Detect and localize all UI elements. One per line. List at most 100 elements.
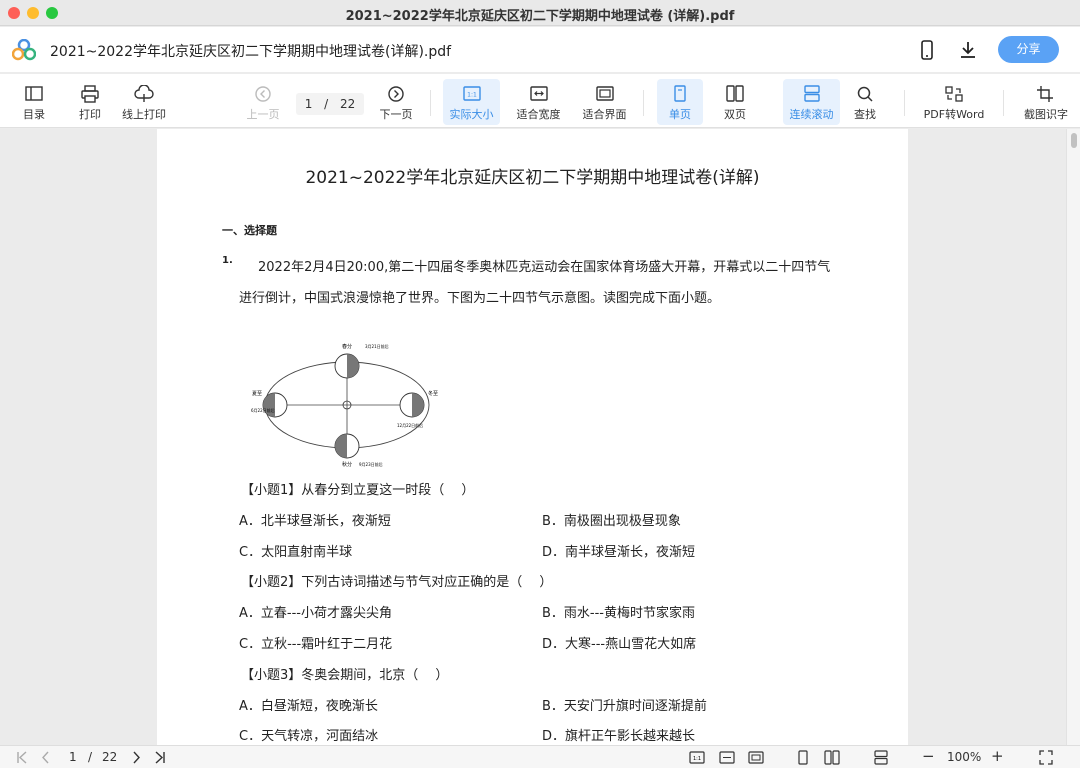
sub2-option-c: C．立秋---霜叶红于二月花: [239, 637, 393, 652]
find-button[interactable]: 查找: [845, 79, 885, 125]
pdf-page: 2021~2022学年北京延庆区初二下学期期中地理试卷(详解) 一、选择题 1.…: [157, 129, 908, 745]
sub3-option-c: C．天气转凉，河面结冰: [239, 729, 379, 744]
page-current: 1: [304, 97, 313, 111]
next-page-label: 下一页: [379, 108, 413, 121]
double-page-icon: [726, 85, 744, 102]
scrollbar-thumb[interactable]: [1071, 133, 1077, 148]
sub2-option-a: A．立春---小荷才露尖尖角: [239, 606, 392, 621]
single-page-button[interactable]: 单页: [657, 79, 703, 125]
dongzhi-label: 冬至: [428, 390, 438, 397]
next-page-button[interactable]: 下一页: [376, 79, 416, 125]
sub1-option-b: B．南极圈出现极昼现象: [542, 514, 681, 529]
chevron-left-circle-icon: [255, 86, 271, 102]
qiufen-label: 秋分: [342, 461, 352, 468]
chevron-right-circle-icon: [388, 86, 404, 102]
chunfen-label: 春分: [342, 343, 352, 350]
actual-size-label: 实际大小: [449, 108, 494, 121]
fit-width-button[interactable]: 适合宽度: [510, 79, 567, 125]
status-page-total: 22: [102, 750, 118, 764]
ocr-label: 截图识字: [1024, 108, 1068, 121]
xiazhi-date: 6月22日前后: [251, 407, 275, 413]
double-page-label: 双页: [724, 108, 746, 121]
app-logo-icon: [12, 39, 36, 61]
document-viewer[interactable]: 2021~2022学年北京延庆区初二下学期期中地理试卷(详解) 一、选择题 1.…: [0, 129, 1080, 745]
next-page-icon[interactable]: [130, 750, 142, 765]
sub3-option-b: B．天安门升旗时间逐渐提前: [542, 699, 707, 714]
toolbar-divider: [643, 90, 644, 116]
chunfen-date: 3月21日前后: [365, 343, 389, 349]
qiufen-date: 9月23日前后: [359, 461, 383, 467]
prev-page-label: 上一页: [246, 108, 280, 121]
continuous-scroll-button[interactable]: 连续滚动: [783, 79, 840, 125]
zoom-in-button[interactable]: +: [991, 747, 1004, 765]
double-page-icon[interactable]: [824, 750, 840, 765]
exam-title: 2021~2022学年北京延庆区初二下学期期中地理试卷(详解): [305, 168, 760, 188]
fit-width-label: 适合宽度: [516, 108, 561, 121]
fit-page-icon[interactable]: [748, 750, 764, 765]
zoom-level[interactable]: 100%: [947, 750, 981, 764]
toolbar-divider: [430, 90, 431, 116]
window-title: 2021~2022学年北京延庆区初二下学期期中地理试卷 (详解).pdf: [345, 9, 735, 24]
download-icon[interactable]: [957, 39, 979, 61]
search-icon: [857, 86, 873, 102]
sub-question-1: 【小题1】从春分到立夏这一时段（ ）: [241, 483, 475, 498]
fit-width-icon[interactable]: [719, 750, 735, 765]
solar-terms-diagram: 春分 3月21日前后 夏至 6月22日前后 秋分 9月23日前后 冬至 12月2…: [251, 343, 438, 468]
sub1-option-a: A．北半球昼渐长，夜渐短: [239, 514, 391, 529]
last-page-icon[interactable]: [152, 750, 166, 765]
main-toolbar: 目录 打印 线上打印 上一页 1 / 22 下一页 1:1 实际大小 适合宽度 …: [0, 74, 1080, 128]
first-page-icon[interactable]: [16, 750, 30, 765]
sub-question-3: 【小题3】冬奥会期间，北京（ ）: [241, 668, 449, 683]
ocr-button[interactable]: 截图识字: [1016, 79, 1076, 125]
print-button[interactable]: 打印: [70, 79, 110, 125]
print-label: 打印: [79, 108, 101, 121]
fit-page-icon: [595, 86, 614, 101]
actual-size-icon: 1:1: [462, 86, 481, 101]
online-print-button[interactable]: 线上打印: [117, 79, 171, 125]
fit-page-button[interactable]: 适合界面: [577, 79, 632, 125]
app-header: 2021~2022学年北京延庆区初二下学期期中地理试卷(详解).pdf 分享: [0, 27, 1080, 73]
sub3-option-a: A．白昼渐短，夜晚渐长: [239, 699, 378, 714]
sub1-option-d: D．南半球昼渐长，夜渐短: [542, 545, 696, 560]
phone-icon[interactable]: [916, 39, 938, 61]
vertical-scrollbar[interactable]: [1066, 129, 1080, 745]
xiazhi-label: 夏至: [252, 391, 262, 397]
single-page-label: 单页: [669, 108, 691, 121]
online-print-label: 线上打印: [122, 108, 166, 121]
sub3-option-d: D．旗杆正午影长越来越长: [542, 729, 696, 744]
question-text-line-1: 2022年2月4日20:00,第二十四届冬季奥林匹克运动会在国家体育场盛大开幕，…: [258, 260, 831, 275]
page-total: 22: [340, 97, 356, 111]
zoom-out-button[interactable]: −: [922, 747, 935, 765]
toolbar-divider: [1003, 90, 1004, 116]
toolbar-divider: [904, 90, 905, 116]
prev-page-icon[interactable]: [40, 750, 52, 765]
single-page-icon[interactable]: [796, 750, 810, 765]
share-button[interactable]: 分享: [998, 36, 1059, 63]
window-titlebar: 2021~2022学年北京延庆区初二下学期期中地理试卷 (详解).pdf: [0, 0, 1080, 26]
section-heading: 一、选择题: [222, 224, 277, 237]
prev-page-button[interactable]: 上一页: [243, 79, 283, 125]
sub2-option-d: D．大寒---燕山雪花大如席: [542, 637, 697, 652]
sub-question-2: 【小题2】下列古诗词描述与节气对应正确的是（ ）: [241, 575, 553, 590]
fullscreen-icon[interactable]: [1039, 750, 1053, 765]
question-text-line-2: 进行倒计，中国式浪漫惊艳了世界。下图为二十四节气示意图。读图完成下面小题。: [239, 291, 721, 306]
continuous-scroll-icon[interactable]: [873, 750, 889, 765]
dongzhi-date: 12月22日前后: [397, 422, 423, 428]
status-page-current[interactable]: 1: [69, 750, 77, 764]
find-label: 查找: [854, 108, 876, 121]
page-separator: /: [324, 97, 329, 111]
document-title: 2021~2022学年北京延庆区初二下学期期中地理试卷(详解).pdf: [50, 44, 452, 60]
pdf-to-word-label: PDF转Word: [923, 108, 985, 121]
actual-size-button[interactable]: 1:1 实际大小: [443, 79, 500, 125]
toc-button[interactable]: 目录: [14, 79, 54, 125]
pdf-to-word-button[interactable]: PDF转Word: [918, 79, 990, 125]
double-page-button[interactable]: 双页: [712, 79, 758, 125]
status-actual-size-text: 1:1: [693, 756, 701, 762]
continuous-scroll-label: 连续滚动: [789, 108, 834, 121]
fit-page-label: 适合界面: [582, 108, 627, 121]
page-number-input[interactable]: 1 / 22: [296, 93, 364, 115]
question-number: 1.: [222, 255, 233, 266]
actual-size-icon-text: 1:1: [467, 92, 477, 99]
status-bar: 1 / 22 1:1 − 100% +: [0, 745, 1080, 768]
actual-size-icon[interactable]: 1:1: [689, 750, 705, 765]
